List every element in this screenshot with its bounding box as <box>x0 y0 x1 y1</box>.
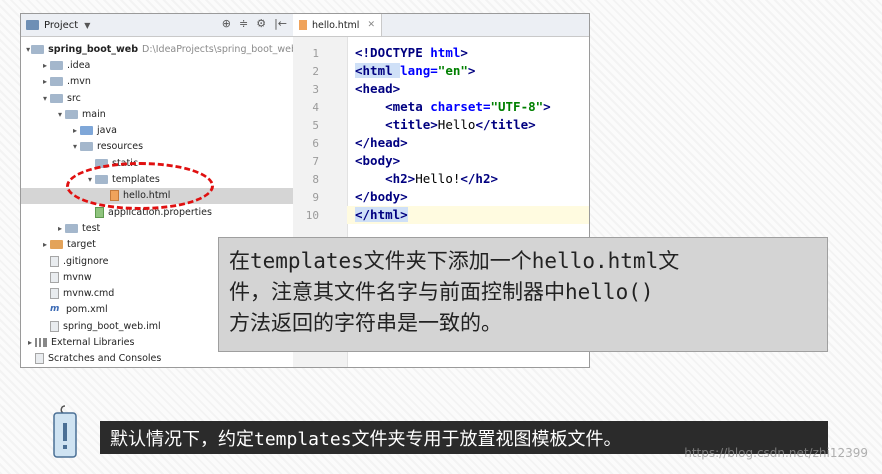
gear-icon[interactable]: ⚙ <box>256 17 266 30</box>
tree-item[interactable]: ▸ .idea <box>21 57 312 73</box>
tree-item-label: pom.xml <box>66 304 108 316</box>
tree-item[interactable]: ▸ test <box>21 220 327 236</box>
line-number: 2 <box>312 65 319 78</box>
excluded-folder-icon <box>50 240 63 250</box>
tree-item-label: External Libraries <box>51 337 135 349</box>
line-number: 6 <box>312 137 319 150</box>
tree-item-label: mvnw <box>63 271 92 283</box>
code-line: <h2>Hello!</h2> <box>385 171 499 186</box>
tree-item-label: java <box>97 125 117 137</box>
file-icon <box>50 255 59 267</box>
tree-item[interactable]: ▸ .mvn <box>21 74 312 90</box>
project-panel-header: Project ▼ ⊕ ≑ ⚙ |← <box>21 14 293 37</box>
folder-icon <box>50 93 63 103</box>
tree-item-label: .mvn <box>67 76 91 88</box>
tree-item-label: .idea <box>67 59 91 71</box>
line-number: 4 <box>312 101 319 114</box>
tree-item-label: target <box>67 239 96 251</box>
file-icon <box>50 320 59 332</box>
project-panel-tools: ⊕ ≑ ⚙ |← <box>222 17 287 30</box>
chevron-right-icon[interactable]: ▸ <box>40 77 50 86</box>
tree-item-label: spring_boot_web.iml <box>63 320 161 332</box>
info-tag-icon <box>53 405 77 458</box>
code-line: </html> <box>347 206 589 224</box>
line-number: 7 <box>312 155 319 168</box>
tree-item-label: src <box>67 92 81 104</box>
callout-line: 方法返回的字符串是一致的。 <box>229 311 502 335</box>
file-icon <box>50 288 59 300</box>
tree-item-label: Scratches and Consoles <box>48 353 162 365</box>
html-file-icon <box>299 20 307 30</box>
tree-item-label: resources <box>97 141 144 153</box>
project-folder-icon <box>31 44 45 54</box>
chevron-down-icon[interactable]: ▾ <box>40 94 50 103</box>
chevron-down-icon[interactable]: ▾ <box>70 142 80 151</box>
callout-box: 在templates文件夹下添加一个hello.html文 件，注意其文件名字与… <box>218 237 828 352</box>
collapse-all-icon[interactable]: ≑ <box>239 17 248 30</box>
tree-item-label: test <box>82 222 101 234</box>
scratches-icon <box>35 353 44 365</box>
chevron-down-icon[interactable]: ▼ <box>84 21 90 30</box>
callout-line: 在templates文件夹下添加一个hello.html文 <box>229 249 680 273</box>
editor-tab-bar: hello.html ✕ <box>293 14 589 37</box>
tree-item[interactable]: ▾ src <box>21 90 312 106</box>
hide-panel-icon[interactable]: |← <box>274 17 287 30</box>
tree-item-label: spring_boot_web <box>48 43 139 55</box>
line-number: 1 <box>312 47 319 60</box>
libraries-icon <box>35 338 47 348</box>
chevron-right-icon[interactable]: ▸ <box>40 61 50 70</box>
callout-line: 件，注意其文件名字与前面控制器中hello() <box>229 280 654 304</box>
note-text: 默认情况下，约定templates文件夹专用于放置视图模板文件。 <box>110 429 622 450</box>
code-line: </head> <box>355 135 408 150</box>
tree-item-label: mvnw.cmd <box>63 288 115 300</box>
properties-file-icon <box>95 206 104 218</box>
source-folder-icon <box>80 126 93 136</box>
chevron-right-icon[interactable]: ▸ <box>55 224 65 233</box>
watermark: https://blog.csdn.net/zhi12399 <box>684 446 868 460</box>
tab-label: hello.html <box>312 19 360 31</box>
line-number: 8 <box>312 173 319 186</box>
chevron-right-icon[interactable]: ▸ <box>70 126 80 135</box>
folder-icon <box>50 77 63 87</box>
tree-item-label: main <box>82 108 106 120</box>
code-line: <body> <box>355 153 401 168</box>
resources-folder-icon <box>80 142 93 152</box>
folder-icon <box>50 60 63 70</box>
tree-item[interactable]: Scratches and Consoles <box>21 351 297 367</box>
code-line: <head> <box>355 81 401 96</box>
close-icon[interactable]: ✕ <box>367 20 375 30</box>
line-number: 9 <box>312 191 319 204</box>
line-number: 3 <box>312 83 319 96</box>
tree-item[interactable]: ▾ spring_boot_web D:\IdeaProjects\spring_b… <box>21 41 297 57</box>
file-icon <box>50 271 59 283</box>
project-panel-title[interactable]: Project <box>44 20 78 31</box>
code-line: <title>Hello</title> <box>385 117 536 132</box>
project-view-icon <box>26 20 39 30</box>
line-number: 5 <box>312 119 319 132</box>
tree-item-label: .gitignore <box>63 255 109 267</box>
chevron-down-icon[interactable]: ▾ <box>55 110 65 119</box>
chevron-right-icon[interactable]: ▸ <box>40 240 50 249</box>
code-line: <meta charset="UTF-8"> <box>385 99 551 114</box>
folder-icon <box>65 109 78 119</box>
maven-file-icon: m <box>50 304 60 315</box>
chevron-right-icon[interactable]: ▸ <box>25 338 35 347</box>
code-line: <html lang="en"> <box>355 63 476 78</box>
folder-icon <box>65 223 78 233</box>
tree-item[interactable]: ▾ main <box>21 106 327 122</box>
project-path: D:\IdeaProjects\spring_boot_web <box>142 43 297 55</box>
code-line: </body> <box>355 189 408 204</box>
line-number: 10 <box>305 209 319 222</box>
locate-icon[interactable]: ⊕ <box>222 17 231 30</box>
tab-hello-html[interactable]: hello.html ✕ <box>293 14 382 36</box>
code-line: <!DOCTYPE html> <box>355 45 468 60</box>
highlight-ellipse <box>66 162 214 210</box>
